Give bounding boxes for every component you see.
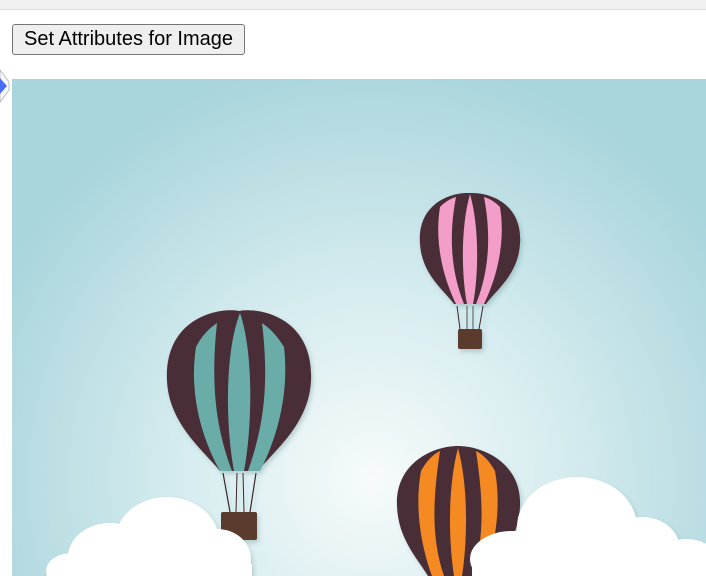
set-attributes-button[interactable]: Set Attributes for Image <box>12 24 245 55</box>
scroll-marker-icon <box>0 68 11 104</box>
browser-top-strip <box>0 0 706 10</box>
hot-air-balloon-image <box>12 79 706 576</box>
